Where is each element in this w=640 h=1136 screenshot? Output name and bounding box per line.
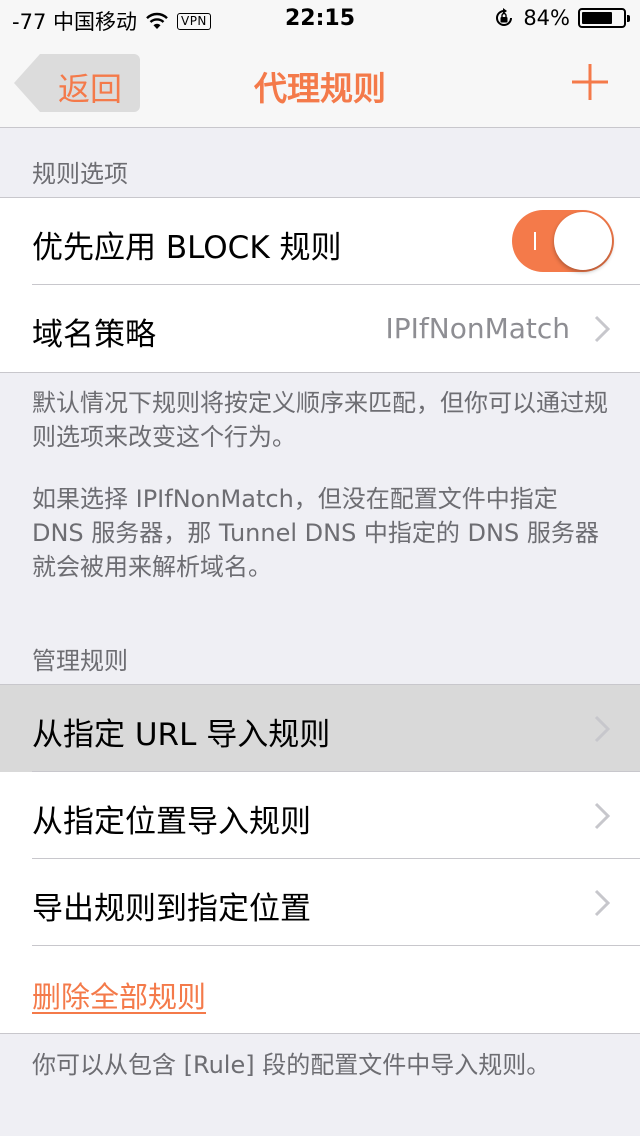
rotation-lock-icon [496, 8, 513, 26]
export-rules-cell[interactable]: 导出规则到指定位置 [0, 859, 640, 946]
block-first-label: 优先应用 BLOCK 规则 [32, 230, 342, 266]
chevron-right-icon [594, 802, 610, 830]
battery-level [582, 12, 612, 24]
navigation-bar: 返回 代理规则 [0, 40, 640, 128]
domain-strategy-value: IPIfNonMatch [385, 312, 570, 345]
import-from-location-cell[interactable]: 从指定位置导入规则 [0, 772, 640, 859]
delete-all-rules-cell[interactable]: 删除全部规则 [0, 946, 640, 1033]
import-from-url-cell[interactable]: 从指定 URL 导入规则 [0, 685, 640, 772]
manage-rules-footer: 你可以从包含 [Rule] 段的配置文件中导入规则。 [32, 1051, 551, 1079]
battery-icon [578, 8, 630, 28]
domain-strategy-cell[interactable]: 域名策略 IPIfNonMatch [0, 285, 640, 372]
rule-options-footer-1: 默认情况下规则将按定义顺序来匹配，但你可以通过规则选项来改变这个行为。 [32, 389, 608, 451]
chevron-right-icon [594, 715, 610, 743]
domain-strategy-label: 域名策略 [32, 317, 156, 353]
chevron-right-icon [594, 889, 610, 917]
toggle-on-indicator [534, 232, 536, 250]
plus-icon[interactable] [570, 62, 610, 102]
section-header-rule-options: 规则选项 [32, 160, 128, 188]
status-right: 84% [493, 6, 630, 30]
delete-all-rules-link[interactable]: 删除全部规则 [32, 974, 206, 1016]
export-rules-label: 导出规则到指定位置 [32, 891, 311, 927]
battery-percent: 84% [523, 6, 570, 30]
block-first-cell[interactable]: 优先应用 BLOCK 规则 [0, 198, 640, 285]
section-header-manage-rules: 管理规则 [32, 647, 128, 675]
import-from-url-label: 从指定 URL 导入规则 [32, 717, 331, 753]
chevron-right-icon [594, 315, 610, 343]
screen: -77 中国移动 VPN 22:15 84% 返回 代理规则 规则选项 优先应用… [0, 0, 640, 1136]
toggle-knob [554, 212, 612, 270]
import-from-location-label: 从指定位置导入规则 [32, 804, 311, 840]
status-bar: -77 中国移动 VPN 22:15 84% [0, 0, 640, 40]
block-first-toggle[interactable] [512, 210, 614, 272]
battery-nub [627, 15, 630, 22]
rule-options-footer-2: 如果选择 IPIfNonMatch，但没在配置文件中指定 DNS 服务器，那 T… [32, 485, 599, 581]
manage-rules-group: 从指定 URL 导入规则 从指定位置导入规则 导出规则到指定位置 删除全部规则 [0, 684, 640, 1034]
page-title: 代理规则 [254, 69, 386, 108]
rule-options-group: 优先应用 BLOCK 规则 域名策略 IPIfNonMatch [0, 197, 640, 373]
